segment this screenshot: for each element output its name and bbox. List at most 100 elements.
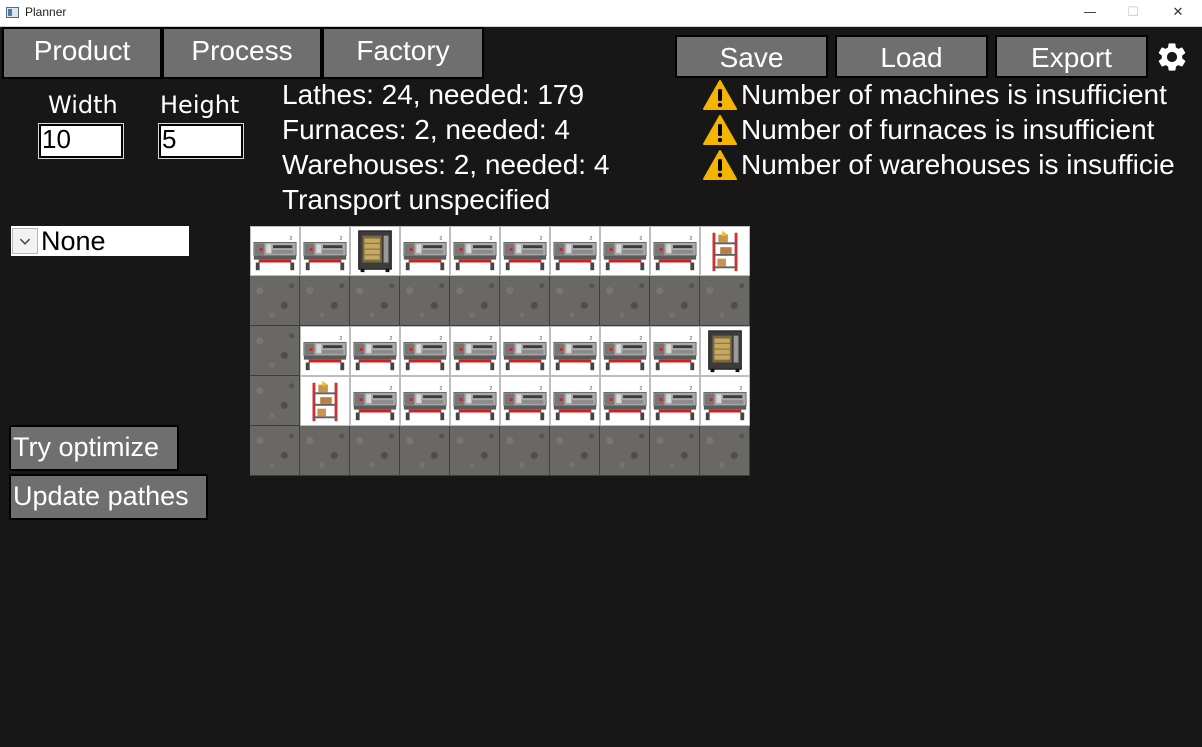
svg-text:2: 2 (389, 335, 392, 341)
svg-text:2: 2 (439, 385, 442, 391)
grid-cell-lathe[interactable]: 2 (450, 326, 500, 376)
grid-cell-floor[interactable] (500, 276, 550, 326)
tab-factory[interactable]: Factory (322, 27, 484, 79)
grid-cell-floor[interactable] (250, 326, 300, 376)
update-paths-button[interactable]: Update pathes (9, 474, 208, 520)
grid-cell-lathe[interactable]: 2 (550, 326, 600, 376)
grid-cell-lathe[interactable]: 2 (450, 226, 500, 276)
svg-text:2: 2 (289, 235, 292, 241)
window-title: Planner (25, 5, 67, 19)
gear-icon[interactable] (1155, 40, 1189, 74)
grid-cell-lathe[interactable]: 2 (600, 326, 650, 376)
grid-cell-floor[interactable] (350, 276, 400, 326)
svg-text:2: 2 (489, 235, 492, 241)
warning-warehouses: Number of warehouses is insufficie (703, 148, 1175, 182)
width-input[interactable]: 10 (38, 123, 124, 159)
grid-cell-floor[interactable] (600, 276, 650, 326)
grid-cell-floor[interactable] (550, 426, 600, 476)
svg-text:2: 2 (639, 385, 642, 391)
grid-cell-lathe[interactable]: 2 (300, 326, 350, 376)
save-button[interactable]: Save (675, 35, 828, 78)
svg-text:2: 2 (389, 385, 392, 391)
grid-cell-floor[interactable] (250, 376, 300, 426)
svg-text:2: 2 (639, 235, 642, 241)
grid-cell-floor[interactable] (250, 276, 300, 326)
grid-cell-lathe[interactable]: 2 (500, 376, 550, 426)
svg-text:2: 2 (339, 335, 342, 341)
grid-cell-floor[interactable] (550, 276, 600, 326)
grid-cell-floor[interactable] (400, 426, 450, 476)
export-button[interactable]: Export (995, 35, 1148, 78)
grid-cell-floor[interactable] (350, 426, 400, 476)
grid-cell-lathe[interactable]: 2 (600, 226, 650, 276)
grid-cell-floor[interactable] (300, 426, 350, 476)
svg-text:2: 2 (639, 335, 642, 341)
tab-product[interactable]: Product (2, 27, 162, 79)
width-label: Width (48, 91, 118, 119)
svg-text:2: 2 (339, 235, 342, 241)
grid-cell-lathe[interactable]: 2 (500, 326, 550, 376)
close-button[interactable]: ✕ (1155, 0, 1201, 26)
grid-cell-furnace[interactable] (350, 226, 400, 276)
svg-text:2: 2 (589, 235, 592, 241)
load-button[interactable]: Load (835, 35, 988, 78)
svg-text:2: 2 (539, 235, 542, 241)
svg-text:2: 2 (489, 335, 492, 341)
grid-cell-floor[interactable] (250, 426, 300, 476)
grid-cell-lathe[interactable]: 2 (350, 376, 400, 426)
try-optimize-button[interactable]: Try optimize (9, 425, 179, 471)
svg-text:2: 2 (539, 385, 542, 391)
grid-cell-lathe[interactable]: 2 (250, 226, 300, 276)
furnaces-stat: Furnaces: 2, needed: 4 (282, 114, 570, 145)
grid-cell-lathe[interactable]: 2 (500, 226, 550, 276)
warning-icon (703, 150, 737, 180)
grid-cell-lathe[interactable]: 2 (400, 326, 450, 376)
grid-cell-floor[interactable] (650, 426, 700, 476)
grid-cell-lathe[interactable]: 2 (350, 326, 400, 376)
grid-cell-floor[interactable] (500, 426, 550, 476)
warning-text: Number of machines is insufficient (741, 79, 1167, 110)
lathes-stat: Lathes: 24, needed: 179 (282, 79, 585, 110)
svg-text:2: 2 (589, 335, 592, 341)
height-input[interactable]: 5 (158, 123, 244, 159)
svg-text:2: 2 (439, 335, 442, 341)
grid-cell-floor[interactable] (600, 426, 650, 476)
grid-cell-lathe[interactable]: 2 (400, 376, 450, 426)
grid-cell-floor[interactable] (400, 276, 450, 326)
grid-cell-floor[interactable] (300, 276, 350, 326)
grid-cell-lathe[interactable]: 2 (400, 226, 450, 276)
grid-cell-floor[interactable] (650, 276, 700, 326)
grid-cell-warehouse[interactable] (300, 376, 350, 426)
svg-text:2: 2 (739, 385, 742, 391)
warehouses-stat: Warehouses: 2, needed: 4 (282, 149, 610, 180)
grid-cell-lathe[interactable]: 2 (550, 226, 600, 276)
grid-cell-lathe[interactable]: 2 (700, 376, 750, 426)
transport-stat: Transport unspecified (282, 184, 551, 215)
maximize-button[interactable]: ☐ (1110, 0, 1156, 26)
grid-cell-lathe[interactable]: 2 (300, 226, 350, 276)
tab-process[interactable]: Process (162, 27, 322, 79)
grid-cell-lathe[interactable]: 2 (650, 226, 700, 276)
warning-furnaces: Number of furnaces is insufficient (703, 113, 1154, 147)
grid-cell-floor[interactable] (700, 276, 750, 326)
factory-grid[interactable]: 2 2 2 2 2 2 2 2 2 2 2 2 2 2 2 2 2 2 2 2 2 2 2 2 (250, 226, 750, 476)
chevron-down-icon[interactable] (12, 228, 38, 254)
warning-machines: Number of machines is insufficient (703, 78, 1167, 112)
grid-cell-lathe[interactable]: 2 (650, 376, 700, 426)
grid-cell-lathe[interactable]: 2 (550, 376, 600, 426)
grid-cell-furnace[interactable] (700, 326, 750, 376)
svg-text:2: 2 (689, 335, 692, 341)
grid-cell-floor[interactable] (450, 426, 500, 476)
grid-cell-floor[interactable] (450, 276, 500, 326)
warning-icon (703, 80, 737, 110)
svg-text:2: 2 (489, 385, 492, 391)
grid-cell-lathe[interactable]: 2 (650, 326, 700, 376)
grid-cell-lathe[interactable]: 2 (600, 376, 650, 426)
minimize-button[interactable]: — (1067, 0, 1113, 26)
grid-cell-lathe[interactable]: 2 (450, 376, 500, 426)
svg-text:2: 2 (589, 385, 592, 391)
machine-type-dropdown[interactable]: None (11, 226, 189, 256)
warning-icon (703, 115, 737, 145)
grid-cell-floor[interactable] (700, 426, 750, 476)
grid-cell-warehouse[interactable] (700, 226, 750, 276)
